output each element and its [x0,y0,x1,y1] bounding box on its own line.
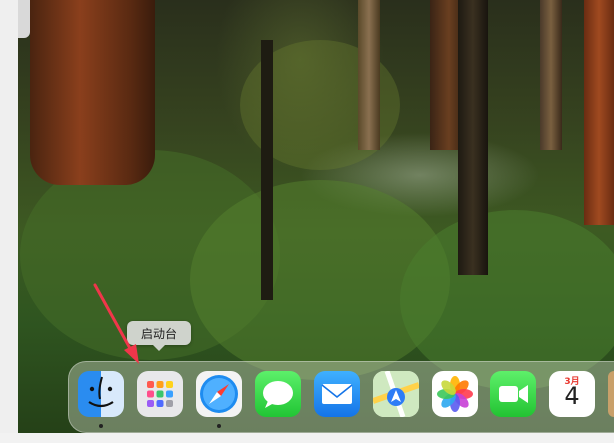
messages-icon [263,381,293,408]
window-tab [18,0,30,38]
photos-app[interactable] [432,371,478,417]
calendar-app[interactable]: 3月 4 [549,371,595,417]
facetime-icon [499,385,528,403]
launchpad-tooltip: 启动台 [127,321,191,351]
mail-app[interactable] [314,371,360,417]
messages-app[interactable] [255,371,301,417]
screen-bottom-edge [0,433,614,443]
launchpad-icon [147,381,173,407]
window-edge [0,0,18,443]
thin-trunk [261,40,273,300]
trunk-right-3 [540,0,562,150]
maps-app[interactable] [373,371,419,417]
safari-running-indicator [217,424,221,428]
photos-icon [437,376,473,412]
dock-app-partial[interactable] [608,371,614,417]
trunk-right-2 [458,0,488,275]
safari-icon [200,375,238,413]
facetime-app[interactable] [490,371,536,417]
finder-app[interactable] [78,371,124,417]
redwood-trunk-left [30,0,155,185]
safari-app[interactable] [196,371,242,417]
finder-icon [88,376,114,408]
calendar-day: 4 [564,382,580,410]
finder-running-indicator [99,424,103,428]
mail-icon [321,384,353,404]
redwood-trunk-right [584,0,614,225]
trunk-mid [358,0,380,150]
launchpad-app[interactable] [137,371,183,417]
maps-icon [373,371,419,417]
